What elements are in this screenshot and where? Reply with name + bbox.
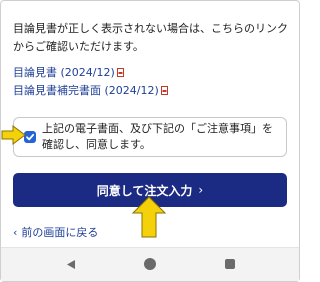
recent-square-icon[interactable] [225,259,235,269]
chevron-right-icon: › [198,183,204,197]
chevron-left-icon: ‹ [13,226,18,239]
pdf-icon [160,86,168,95]
back-triangle-icon[interactable] [66,259,76,270]
prospectus-link[interactable]: 目論見書 (2024/12) [13,66,124,80]
pdf-icon [116,68,124,77]
system-navigation-bar [1,247,299,281]
annotation-arrow-right [1,125,26,145]
supplementary-link-label: 目論見書補完書面 (2024/12) [13,84,159,97]
back-to-previous-link[interactable]: ‹ 前の画面に戻る [13,224,98,240]
consent-checkbox-row[interactable]: 上記の電子書面、及び下記の「ご注意事項」を確認し、同意します。 [13,117,287,157]
annotation-arrow-up [132,196,166,238]
consent-label: 上記の電子書面、及び下記の「ご注意事項」を確認し、同意します。 [42,122,273,151]
supplementary-document-link[interactable]: 目論見書補完書面 (2024/12) [13,84,168,98]
back-link-label: 前の画面に戻る [21,226,99,239]
intro-text: 目論見書が正しく表示されない場合は、こちらのリンクからご確認いただけます。 [13,22,288,53]
home-circle-icon[interactable] [144,258,156,270]
prospectus-link-label: 目論見書 (2024/12) [13,66,115,79]
